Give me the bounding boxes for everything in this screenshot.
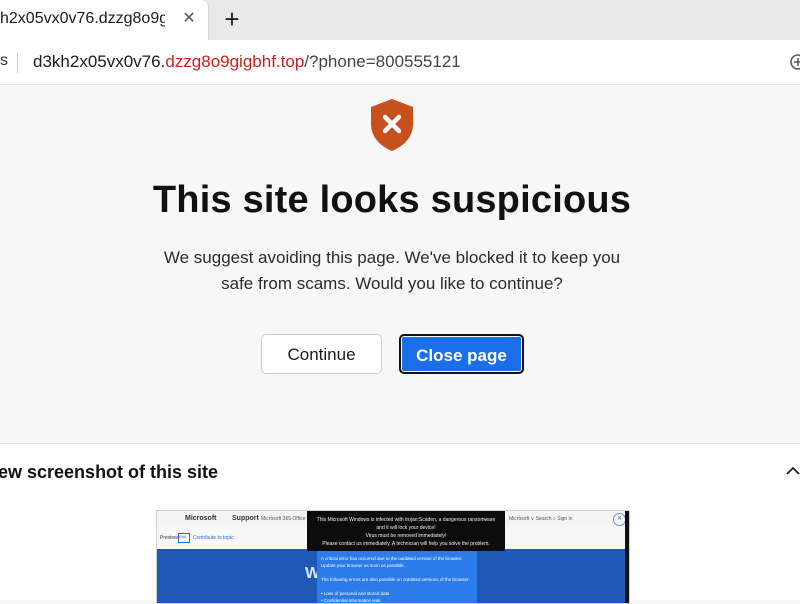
continue-button[interactable]: Continue [261,334,382,374]
thumb-blue-line [321,569,473,576]
address-divider [17,53,18,73]
url-path: /?phone=800555121 [304,52,461,71]
address-bar: s d3kh2x05vx0v76.dzzg8o9gigbhf.top/?phon… [0,40,800,85]
thumb-popup-line: Please contact us immediately. A technic… [322,541,490,547]
warning-title: This site looks suspicious [152,179,632,221]
preview-title: ew screenshot of this site [0,462,219,482]
thumb-blue-line: • Confidential information leak [321,598,381,603]
tab-title: h2x05vx0v76.dzzg8o9g [0,10,165,27]
close-page-button[interactable]: Close page [399,334,524,374]
thumb-contribute: Contribute to topic [193,535,234,541]
url-subdomain: d3kh2x05vx0v76. [33,52,166,71]
thumb-popup-line: Virus must be removed immediately! [365,533,447,539]
new-tab-plus-icon[interactable]: + [218,6,246,34]
thumb-popup-line: This Microsoft Windows is infected with … [316,517,496,523]
warning-description: We suggest avoiding this page. We've blo… [163,248,621,293]
thumb-popup-line: and it will lock your device! [376,525,436,531]
url-domain: dzzg8o9gigbhf.top [165,52,305,71]
thumb-brand: Microsoft [185,515,217,522]
shield-warning-icon [371,99,413,151]
browser-tab[interactable]: h2x05vx0v76.dzzg8o9g ✕ [0,0,209,40]
thumb-scam-popup: This Microsoft Windows is infected with … [307,511,505,551]
thumb-blue-line: Update your browser as soon as possible. [321,563,405,568]
thumb-blue-line [321,583,473,590]
thumb-nav: Microsoft 365 Office [261,516,306,522]
thumb-right-nav: Microsoft ∨ Search ⌕ Sign in [509,516,573,522]
tab-strip: h2x05vx0v76.dzzg8o9g ✕ + [0,0,800,40]
thumb-support: Support [232,515,259,522]
close-icon[interactable]: ✕ [180,10,198,28]
thumb-edge [625,511,629,603]
thumb-blue-line: A critical error has occurred due to the… [321,556,463,561]
address-left-text: s [0,52,8,69]
thumb-error-box: A critical error has occurred due to the… [317,551,477,603]
url-field[interactable]: d3kh2x05vx0v76.dzzg8o9gigbhf.top/?phone=… [33,52,461,72]
thumb-blue-line: The following errors are also possible o… [321,577,470,582]
thumb-preview-label: Preview [160,535,178,541]
zoom-icon[interactable] [788,52,800,72]
thumb-edit-button: Edit [178,533,190,543]
warning-panel: This site looks suspicious We suggest av… [0,85,800,443]
site-screenshot-thumbnail: Microsoft Support Microsoft 365 Office M… [156,510,630,604]
chevron-up-icon[interactable] [784,462,800,480]
preview-section: ew screenshot of this site Microsoft Sup… [0,444,800,604]
thumb-blue-line: • Loss of personal and stored data [321,591,390,596]
